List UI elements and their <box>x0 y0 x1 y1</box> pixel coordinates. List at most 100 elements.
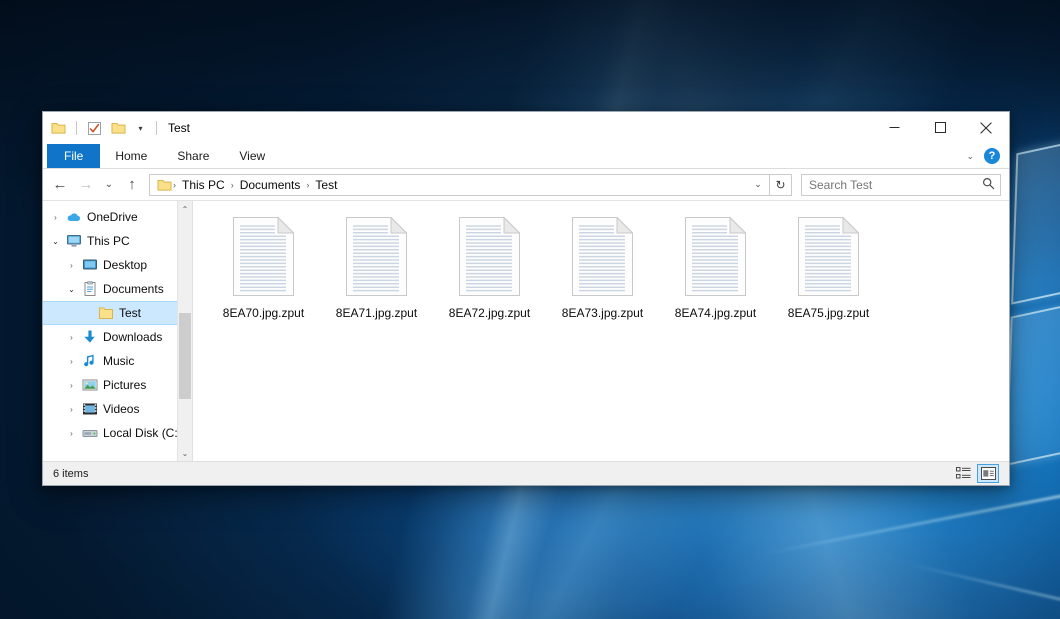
ribbon-right-controls: ⌄ ? <box>966 144 1009 168</box>
chevron-down-icon[interactable]: ⌄ <box>47 237 64 246</box>
drive-icon <box>80 425 100 441</box>
scroll-down-arrow-icon[interactable]: ⌄ <box>178 445 192 461</box>
back-button[interactable]: ← <box>47 172 73 198</box>
up-button[interactable]: ↑ <box>119 172 145 198</box>
status-bar: 6 items <box>43 461 1009 485</box>
chevron-right-icon[interactable]: › <box>63 429 80 438</box>
file-item[interactable]: 8EA71.jpg.zput <box>320 215 433 320</box>
item-count-label: 6 items <box>53 468 88 480</box>
file-name-label: 8EA73.jpg.zput <box>562 306 643 320</box>
new-folder-icon[interactable] <box>109 119 128 138</box>
tab-share[interactable]: Share <box>162 144 224 168</box>
explorer-body: › OneDrive ⌄ This PC › Desktop ⌄ Documents Test ›… <box>43 200 1009 461</box>
pictures-icon <box>80 377 100 393</box>
search-input[interactable]: Search Test <box>801 174 1001 196</box>
folder-icon[interactable] <box>49 119 68 138</box>
properties-icon[interactable] <box>85 119 104 138</box>
expand-ribbon-chevron-down-icon[interactable]: ⌄ <box>966 151 974 162</box>
file-item[interactable]: 8EA70.jpg.zput <box>207 215 320 320</box>
desktop-background: ▾ Test File Home Share View <box>0 0 1060 619</box>
sidebar-item-label: Pictures <box>100 378 146 392</box>
quick-access-toolbar: ▾ <box>49 119 160 138</box>
tab-view[interactable]: View <box>224 144 280 168</box>
folder-tree: › OneDrive ⌄ This PC › Desktop ⌄ Documents Test ›… <box>43 205 192 445</box>
generic-document-icon <box>572 217 633 296</box>
search-icon <box>982 177 995 193</box>
search-placeholder: Search Test <box>809 178 982 192</box>
navigation-pane: › OneDrive ⌄ This PC › Desktop ⌄ Documents Test ›… <box>43 201 193 461</box>
file-item[interactable]: 8EA73.jpg.zput <box>546 215 659 320</box>
sidebar-item-label: Test <box>116 306 141 320</box>
download-icon <box>80 329 100 345</box>
generic-document-icon <box>346 217 407 296</box>
folder-icon <box>96 305 116 321</box>
navigation-pane-scrollbar[interactable]: ⌃ ⌄ <box>177 201 192 461</box>
file-item[interactable]: 8EA72.jpg.zput <box>433 215 546 320</box>
help-icon[interactable]: ? <box>984 148 1000 164</box>
file-explorer-window: ▾ Test File Home Share View <box>42 111 1010 486</box>
sidebar-item-local-disk-c[interactable]: › Local Disk (C:) <box>43 421 192 445</box>
sidebar-item-label: Documents <box>100 282 164 296</box>
sidebar-item-label: This PC <box>84 234 130 248</box>
tab-file[interactable]: File <box>47 144 100 168</box>
chevron-right-icon[interactable]: › <box>63 357 80 366</box>
breadcrumb[interactable]: › This PC › Documents › Test ⌄ <box>149 174 770 196</box>
generic-document-icon <box>685 217 746 296</box>
file-name-label: 8EA71.jpg.zput <box>336 306 417 320</box>
desktop-icon <box>80 257 100 273</box>
sidebar-item-label: OneDrive <box>84 210 138 224</box>
breadcrumb-folder-icon <box>155 178 172 192</box>
sidebar-item-documents[interactable]: ⌄ Documents <box>43 277 192 301</box>
file-name-label: 8EA74.jpg.zput <box>675 306 756 320</box>
sidebar-item-test[interactable]: Test <box>43 301 192 325</box>
tab-home[interactable]: Home <box>100 144 162 168</box>
chevron-right-icon[interactable]: › <box>63 261 80 270</box>
breadcrumb-item-test[interactable]: Test <box>310 178 342 192</box>
sidebar-item-onedrive[interactable]: › OneDrive <box>43 205 192 229</box>
recent-locations-chevron-down-icon[interactable]: ⌄ <box>99 172 119 198</box>
details-view-button[interactable] <box>952 464 974 483</box>
sidebar-item-label: Local Disk (C:) <box>100 426 182 440</box>
toolbar-separator <box>76 121 77 135</box>
refresh-button[interactable]: ↻ <box>770 174 792 196</box>
sidebar-item-downloads[interactable]: ›Downloads <box>43 325 192 349</box>
music-icon <box>80 353 100 369</box>
file-list-view[interactable]: 8EA70.jpg.zput 8EA71.jpg.zput 8EA72.jpg.zp… <box>193 201 1009 461</box>
file-item[interactable]: 8EA74.jpg.zput <box>659 215 772 320</box>
file-name-label: 8EA70.jpg.zput <box>223 306 304 320</box>
large-icons-view-button[interactable] <box>977 464 999 483</box>
monitor-icon <box>64 233 84 249</box>
view-mode-buttons <box>952 464 1005 483</box>
address-dropdown-chevron-down-icon[interactable]: ⌄ <box>749 175 767 195</box>
scrollbar-thumb[interactable] <box>179 313 191 400</box>
breadcrumb-item-documents[interactable]: Documents <box>235 178 306 192</box>
ribbon-tab-strip: File Home Share View ⌄ ? <box>43 144 1009 169</box>
address-bar: ← → ⌄ ↑ › This PC › Documents › Test ⌄ ↻ <box>43 169 1009 200</box>
close-button[interactable] <box>963 112 1009 143</box>
sidebar-item-videos[interactable]: › Videos <box>43 397 192 421</box>
sidebar-item-label: Desktop <box>100 258 147 272</box>
file-item[interactable]: 8EA75.jpg.zput <box>772 215 885 320</box>
chevron-down-icon[interactable]: ⌄ <box>63 285 80 294</box>
sidebar-item-this-pc[interactable]: ⌄ This PC <box>43 229 192 253</box>
sidebar-item-pictures[interactable]: › Pictures <box>43 373 192 397</box>
sidebar-item-desktop[interactable]: › Desktop <box>43 253 192 277</box>
forward-button[interactable]: → <box>73 172 99 198</box>
sidebar-item-music[interactable]: ›Music <box>43 349 192 373</box>
minimize-button[interactable] <box>871 112 917 143</box>
scroll-up-arrow-icon[interactable]: ⌃ <box>178 201 192 217</box>
generic-document-icon <box>459 217 520 296</box>
chevron-right-icon[interactable]: › <box>47 213 64 222</box>
window-controls <box>871 112 1009 144</box>
sidebar-item-label: Videos <box>100 402 139 416</box>
scrollbar-track[interactable] <box>178 217 192 445</box>
breadcrumb-item-this-pc[interactable]: This PC <box>177 178 230 192</box>
chevron-right-icon[interactable]: › <box>63 333 80 342</box>
file-name-label: 8EA72.jpg.zput <box>449 306 530 320</box>
toolbar-separator-two <box>156 121 157 135</box>
customize-quick-access-chevron-down-icon[interactable]: ▾ <box>133 119 148 138</box>
chevron-right-icon[interactable]: › <box>63 381 80 390</box>
maximize-button[interactable] <box>917 112 963 143</box>
chevron-right-icon[interactable]: › <box>63 405 80 414</box>
title-bar: ▾ Test <box>43 112 1009 144</box>
